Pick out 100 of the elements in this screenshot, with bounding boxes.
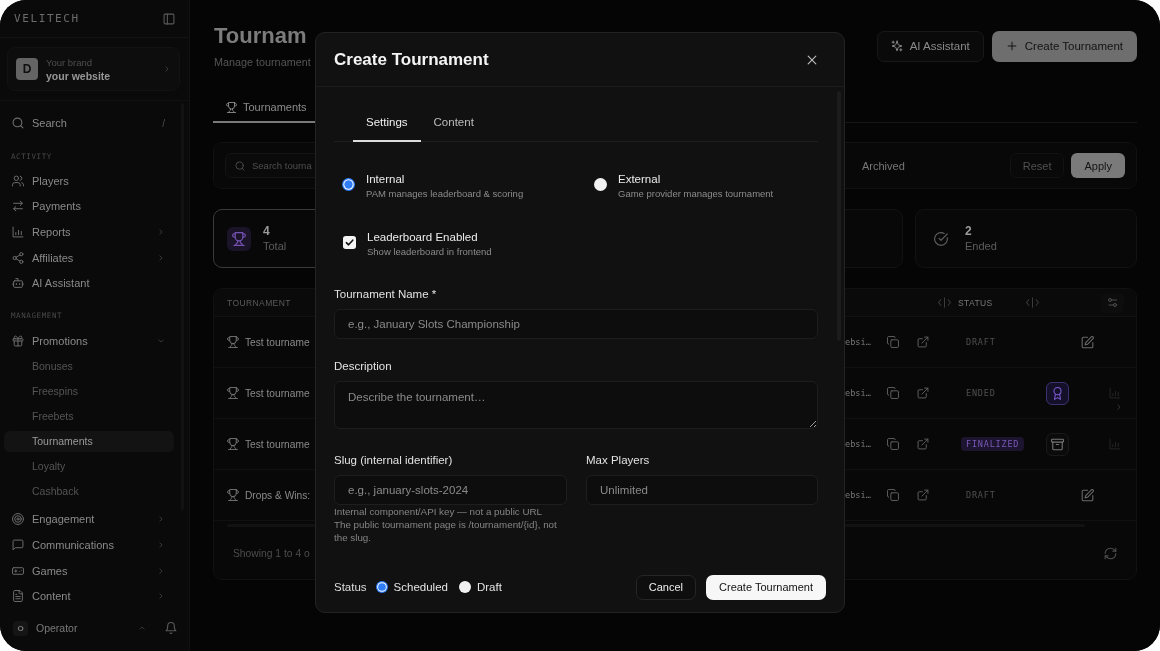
radio-label: Draft: [476, 581, 502, 593]
external-link-icon[interactable]: [917, 489, 929, 501]
status-text: ENDED: [965, 387, 997, 400]
search-link[interactable]: Search: [12, 117, 67, 129]
trophy-icon: [226, 101, 237, 113]
nav-subitem[interactable]: Tournaments: [4, 430, 174, 452]
table-cell: Drops & Wins:: [245, 489, 311, 501]
refresh-icon[interactable]: [1104, 546, 1117, 560]
nav-item[interactable]: Reports: [0, 219, 189, 245]
stat-value: 4: [263, 223, 271, 239]
share-icon: [12, 251, 24, 264]
copy-icon[interactable]: [887, 336, 899, 348]
status-label: Status: [334, 581, 367, 593]
nav-item[interactable]: AI Assistant: [0, 270, 189, 296]
stat-value: 2: [965, 223, 973, 239]
table-cell: ebsi…: [845, 439, 871, 449]
radio-button[interactable]: [594, 178, 607, 191]
dialog-tab[interactable]: Content: [420, 104, 487, 142]
help-text: Internal component/API key — not a public URL: [334, 505, 544, 518]
people-icon: [12, 174, 24, 187]
robot-icon: [12, 277, 24, 290]
trophy-icon: [227, 336, 239, 348]
field-label: Tournament Name *: [334, 287, 438, 301]
brand-name: your website: [46, 68, 112, 83]
copy-icon[interactable]: [887, 387, 899, 399]
dialog-tab[interactable]: Settings: [353, 104, 421, 142]
external-link-icon[interactable]: [917, 387, 929, 399]
table-cell: ebsi…: [845, 490, 871, 500]
table-cell: Test tourname: [245, 438, 310, 450]
stat-card[interactable]: 2 Ended: [915, 209, 1137, 268]
checkbox-description: Show leaderboard in frontend: [367, 245, 492, 258]
textarea-input[interactable]: Describe the tournament…: [334, 381, 818, 429]
user-name: Operator: [36, 622, 78, 634]
field-label: Max Players: [586, 453, 651, 467]
status-text: DRAFT: [965, 336, 997, 349]
status-filter-tab[interactable]: Archived: [852, 153, 915, 178]
sparkles-icon: [890, 40, 903, 52]
column-resize-icon[interactable]: [1025, 297, 1040, 308]
panel-left-icon[interactable]: [163, 12, 175, 25]
create-button[interactable]: Create Tournament: [991, 30, 1137, 62]
external-link-icon[interactable]: [917, 336, 929, 348]
text-input[interactable]: Unlimited: [586, 475, 818, 505]
chat-bubble-icon: [12, 538, 24, 551]
create-button[interactable]: Create Tournament: [706, 574, 826, 600]
field-label: Description: [334, 359, 393, 373]
plus-icon: [1005, 40, 1018, 52]
archive-icon: [1051, 437, 1064, 451]
table-cell: Test tourname: [245, 336, 310, 348]
page-subtitle: Manage tournament: [214, 55, 311, 69]
gamepad-icon: [12, 564, 24, 577]
column-resize-icon[interactable]: [937, 297, 952, 308]
brand-avatar: D: [16, 58, 38, 80]
column-header: STATUS: [958, 297, 993, 308]
table-cell: Test tourname: [245, 387, 310, 399]
radio-button[interactable]: [458, 581, 471, 593]
radio-button[interactable]: [375, 581, 388, 593]
trophy-icon: [227, 438, 239, 450]
copy-icon[interactable]: [887, 489, 899, 501]
help-text: The public tournament page is /tournament/{id}, not the slug.: [334, 518, 558, 544]
external-link-icon[interactable]: [917, 438, 929, 450]
trophy-icon: [227, 489, 239, 501]
radio-label: Scheduled: [393, 581, 448, 593]
nav-item[interactable]: Communications: [0, 532, 189, 558]
text-input[interactable]: e.g., january-slots-2024: [334, 475, 567, 505]
nav-item[interactable]: Payments: [0, 193, 189, 220]
text-input[interactable]: e.g., January Slots Championship: [334, 309, 818, 339]
field-label: Slug (internal identifier): [334, 453, 454, 467]
nav-item[interactable]: Promotions: [0, 327, 189, 354]
nav-item[interactable]: Players: [0, 168, 189, 194]
cancel-button[interactable]: Cancel: [635, 574, 697, 600]
chevron-up-icon: [138, 624, 146, 632]
trophy-icon: [232, 231, 246, 246]
apply-button[interactable]: Apply: [1071, 153, 1125, 178]
bell-icon[interactable]: [165, 622, 177, 634]
target-icon: [12, 513, 24, 526]
chevron-right-icon: [163, 65, 171, 73]
radio-button[interactable]: [342, 178, 355, 191]
trophy-icon: [227, 387, 239, 399]
copy-icon[interactable]: [887, 438, 899, 450]
edit-icon[interactable]: [1081, 488, 1094, 502]
table-cell: ebsi…: [845, 337, 871, 347]
stat-label: Ended: [965, 238, 997, 254]
check-circle-icon: [934, 231, 948, 246]
status-badge: FINALIZED: [961, 437, 1025, 451]
option-description: PAM manages leaderboard & scoring: [366, 187, 524, 200]
user-menu[interactable]: O Operator: [13, 620, 165, 636]
ai-assistant-button[interactable]: AI Assistant: [876, 30, 984, 62]
bar-chart-icon: [12, 226, 24, 238]
gift-icon: [12, 334, 24, 347]
archive-button[interactable]: [1046, 432, 1069, 456]
edit-icon[interactable]: [1081, 335, 1094, 349]
checkbox[interactable]: [343, 236, 356, 249]
nav-item[interactable]: Engagement: [0, 506, 189, 533]
nav-item[interactable]: Content: [0, 583, 189, 609]
stat-label: Total: [263, 238, 287, 254]
nav-item[interactable]: Games: [0, 557, 189, 584]
award-button[interactable]: [1046, 381, 1069, 405]
nav-item[interactable]: Affiliates: [0, 244, 189, 271]
pagination-summary: Showing 1 to 4 o: [233, 547, 310, 559]
user-avatar: O: [13, 620, 28, 636]
